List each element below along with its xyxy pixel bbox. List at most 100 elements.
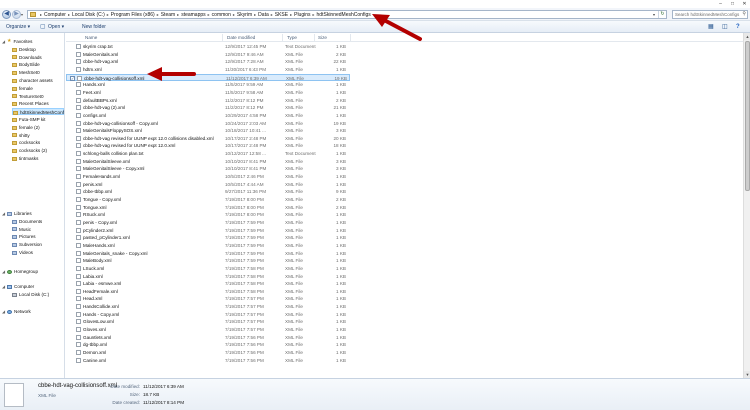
- file-row[interactable]: Tongue - Copy.xml 7/19/2017 8:00 PM XML Fi…: [66, 196, 350, 204]
- file-row[interactable]: MaleGenitals_snake - Copy.xml 7/19/2017 7…: [66, 250, 350, 258]
- file-row[interactable]: pCylinder2.xml 7/19/2017 7:59 PM XML File 1…: [66, 227, 350, 235]
- nav-item-favorite[interactable]: female: [12, 85, 64, 92]
- chevron-right-icon[interactable]: ▸: [233, 12, 235, 17]
- back-button[interactable]: ◀: [2, 10, 11, 19]
- breadcrumb-item[interactable]: Data: [258, 12, 269, 18]
- nav-libraries[interactable]: Libraries: [7, 210, 64, 217]
- file-row[interactable]: skyrim crap.txt 12/9/2017 12:45 PM Text Do…: [66, 43, 350, 51]
- chevron-right-icon[interactable]: ▸: [40, 12, 42, 17]
- close-icon[interactable]: ✕: [740, 1, 749, 7]
- nav-item-library[interactable]: Subversion: [12, 241, 64, 248]
- column-header-date[interactable]: Date modified: [225, 34, 283, 41]
- file-row[interactable]: MaleBody.xml 7/19/2017 7:59 PM XML File 1 K…: [66, 257, 350, 265]
- nav-item-favorite[interactable]: hdtSkinnedMeshConfigs: [12, 108, 64, 116]
- file-row[interactable]: dg-tbbp.xml 7/19/2017 7:56 PM XML File 1 KB: [66, 341, 350, 349]
- chevron-right-icon[interactable]: ▸: [271, 12, 273, 17]
- nav-item-favorite[interactable]: character assets: [12, 77, 64, 84]
- nav-item-favorite[interactable]: MeshSet0: [12, 69, 64, 76]
- nav-item-library[interactable]: Videos: [12, 249, 64, 256]
- expand-icon[interactable]: ◢: [2, 211, 5, 216]
- breadcrumb-item[interactable]: Computer: [44, 12, 66, 18]
- breadcrumb-item[interactable]: Plugins: [294, 12, 310, 18]
- nav-computer[interactable]: Computer: [7, 283, 64, 290]
- view-options-icon[interactable]: ▦: [708, 23, 714, 31]
- chevron-right-icon[interactable]: ▸: [177, 12, 179, 17]
- file-row[interactable]: MaleGenitalsFloppySOS.xml 10/18/2017 10:4…: [66, 127, 350, 135]
- chevron-right-icon[interactable]: ▸: [313, 12, 315, 17]
- maximize-icon[interactable]: □: [728, 1, 737, 7]
- column-header-size[interactable]: Size: [316, 34, 351, 41]
- file-row[interactable]: RSuck.xml 7/19/2017 8:00 PM XML File 1 KB: [66, 211, 350, 219]
- column-header-type[interactable]: Type: [285, 34, 315, 41]
- nav-item-favorite[interactable]: cocksocks (2): [12, 147, 64, 154]
- nav-item-favorite[interactable]: Downloads: [12, 54, 64, 61]
- checkbox-icon[interactable]: ✓: [70, 75, 75, 81]
- file-row[interactable]: defaultBBPs.xml 11/2/2017 8:12 PM XML File…: [66, 97, 350, 105]
- file-row[interactable]: hdtm.xml 11/30/2017 6:43 PM XML File 1 KB: [66, 66, 350, 74]
- file-row[interactable]: MaleHands.xml 7/19/2017 7:59 PM XML File 1 …: [66, 242, 350, 250]
- file-row[interactable]: MaleGenitalSleeve.xml 10/10/2017 8:41 PM X…: [66, 158, 350, 166]
- nav-item-favorite[interactable]: TextureSet0: [12, 93, 64, 100]
- breadcrumb-item[interactable]: common: [212, 12, 231, 18]
- file-row[interactable]: configs.xml 10/29/2017 4:58 PM XML File 1 K…: [66, 112, 350, 120]
- file-row[interactable]: cbbe-hdt-vag-collisionsoff - Copy.xml 10/…: [66, 120, 350, 128]
- scrollbar-thumb[interactable]: [745, 41, 750, 191]
- expand-icon[interactable]: ◢: [2, 39, 5, 44]
- address-bar[interactable]: ▸ Computer ▸ Local Disk (C:) ▸ Program Files…: [27, 10, 667, 19]
- open-button[interactable]: Open ▾: [48, 23, 64, 31]
- file-row[interactable]: cbbe-tbbp.xml 9/27/2017 11:36 PM XML File 9…: [66, 188, 350, 196]
- refresh-icon[interactable]: ↻: [658, 11, 666, 18]
- nav-item-favorite[interactable]: BodySlide: [12, 61, 64, 68]
- file-row[interactable]: cbbe-hdt-vag.xml 12/9/2017 7:28 AM XML Fil…: [66, 58, 350, 66]
- file-row[interactable]: HeadFemale.xml 7/19/2017 7:58 PM XML File 1…: [66, 288, 350, 296]
- nav-item-favorite[interactable]: cocksocks: [12, 139, 64, 146]
- nav-homegroup[interactable]: Homegroup: [7, 268, 64, 275]
- address-dropdown-icon[interactable]: ▾: [651, 11, 657, 18]
- file-row[interactable]: Labia.xml 7/19/2017 7:58 PM XML File 1 KB: [66, 273, 350, 281]
- minimize-icon[interactable]: –: [716, 1, 725, 7]
- file-row[interactable]: Feet.xml 11/5/2017 9:58 AM XML File 1 KB: [66, 89, 350, 97]
- nav-item-drive[interactable]: Local Disk (C:): [12, 291, 64, 298]
- search-input[interactable]: Search hdtSkinnedMeshConfigs ⚲: [672, 10, 748, 19]
- expand-icon[interactable]: ◢: [2, 309, 5, 314]
- file-row[interactable]: penis - Copy.xml 7/19/2017 7:59 PM XML Fil…: [66, 219, 350, 227]
- nav-item-favorite[interactable]: shitty: [12, 132, 64, 139]
- file-row[interactable]: HandsCollide.xml 7/19/2017 7:57 PM XML Fil…: [66, 303, 350, 311]
- file-row[interactable]: MaleGenitals.xml 12/9/2017 9:46 AM XML Fil…: [66, 51, 350, 59]
- new-folder-button[interactable]: New folder: [82, 23, 106, 31]
- breadcrumb-item[interactable]: Local Disk (C:): [72, 12, 105, 18]
- column-header-name[interactable]: Name: [83, 34, 223, 41]
- file-row[interactable]: Demon.xml 7/19/2017 7:56 PM XML File 1 KB: [66, 349, 350, 357]
- file-row[interactable]: schlong-balls collision plan.txt 10/12/20…: [66, 150, 350, 158]
- file-row[interactable]: Canine.xml 7/19/2017 7:56 PM XML File 1 KB: [66, 357, 350, 365]
- file-row[interactable]: Hands - Copy.xml 7/19/2017 7:57 PM XML Fil…: [66, 311, 350, 319]
- nav-item-favorite[interactable]: Recent Places: [12, 100, 64, 107]
- nav-network[interactable]: Network: [7, 308, 64, 315]
- expand-icon[interactable]: ◢: [2, 269, 5, 274]
- nav-favorites[interactable]: ★ Favorites: [7, 38, 64, 45]
- file-row[interactable]: cbbe-hdt-vag (2).xml 11/2/2017 8:12 PM XML…: [66, 104, 350, 112]
- file-row[interactable]: ✓ cbbe-hdt-vag-collisionsoff.xml 11/12/201…: [66, 73, 350, 82]
- expand-icon[interactable]: ◢: [2, 284, 5, 289]
- chevron-right-icon[interactable]: ▸: [254, 12, 256, 17]
- file-row[interactable]: Hands.xml 11/5/2017 9:59 AM XML File 1 KB: [66, 81, 350, 89]
- forward-button[interactable]: ▶: [12, 10, 21, 19]
- chevron-right-icon[interactable]: ▸: [290, 12, 292, 17]
- file-row[interactable]: LSuck.xml 7/19/2017 7:58 PM XML File 1 KB: [66, 265, 350, 273]
- file-row[interactable]: pasted_pCylinder1.xml 7/19/2017 7:59 PM XM…: [66, 234, 350, 242]
- file-row[interactable]: Gloves.xml 7/19/2017 7:57 PM XML File 1 KB: [66, 326, 350, 334]
- vertical-scrollbar[interactable]: ▲ ▼: [743, 33, 750, 378]
- file-row[interactable]: MaleGenitalSleeve - Copy.xml 10/10/2017 8…: [66, 165, 350, 173]
- search-icon[interactable]: ⚲: [742, 11, 746, 18]
- breadcrumb-item[interactable]: Skyrim: [237, 12, 252, 18]
- help-icon[interactable]: ?: [736, 23, 740, 31]
- file-row[interactable]: Gauntlets.xml 7/19/2017 7:56 PM XML File 1 …: [66, 334, 350, 342]
- breadcrumb-item[interactable]: Steam: [161, 12, 175, 18]
- scroll-up-icon[interactable]: ▲: [744, 33, 750, 40]
- nav-item-library[interactable]: Music: [12, 226, 64, 233]
- nav-item-library[interactable]: Pictures: [12, 233, 64, 240]
- breadcrumb-item[interactable]: hdtSkinnedMeshConfigs: [317, 12, 371, 18]
- nav-item-favorite[interactable]: Futa-SMP kit: [12, 116, 64, 123]
- file-row[interactable]: penis.xml 10/5/2017 4:44 AM XML File 1 KB: [66, 181, 350, 189]
- chevron-right-icon[interactable]: ▸: [157, 12, 159, 17]
